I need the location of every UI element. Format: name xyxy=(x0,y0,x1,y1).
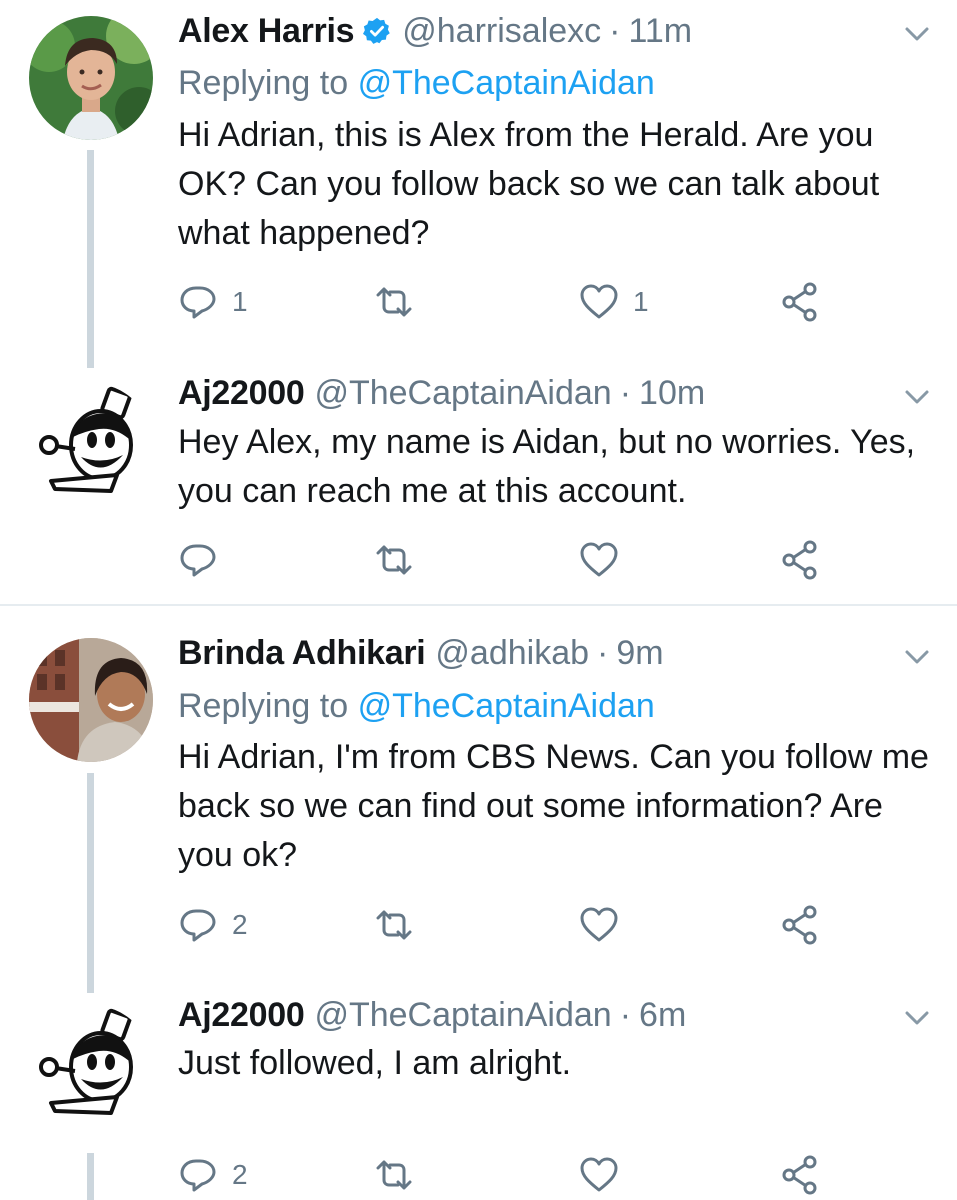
author-handle[interactable]: @adhikab xyxy=(435,633,589,673)
avatar[interactable] xyxy=(29,383,153,507)
reply-count: 2 xyxy=(232,909,248,940)
retweet-button[interactable] xyxy=(374,1155,428,1195)
share-button[interactable] xyxy=(780,905,820,945)
like-button[interactable] xyxy=(579,1155,633,1195)
author-name[interactable]: Brinda Adhikari xyxy=(178,633,426,673)
action-bar: 1 1 xyxy=(178,282,878,322)
heart-icon xyxy=(580,542,618,577)
reply-count: 2 xyxy=(232,1159,248,1190)
retweet-button[interactable] xyxy=(374,905,428,945)
verified-badge-icon xyxy=(362,15,392,45)
tweet-brinda-adhikari[interactable]: Brinda Adhikari @adhikab · 9m Replying t… xyxy=(0,625,957,995)
chevron-down-icon[interactable] xyxy=(902,1008,932,1028)
like-count: 1 xyxy=(633,286,649,317)
replying-prefix: Replying to xyxy=(178,687,349,725)
avatar[interactable] xyxy=(29,1005,153,1129)
tweet-text: Hi Adrian, I'm from CBS News. Can you fo… xyxy=(178,738,929,874)
thread-line xyxy=(87,1153,94,1200)
author-handle[interactable]: @harrisalexc xyxy=(402,11,601,51)
replying-to: Replying to @TheCaptainAidan xyxy=(178,686,655,726)
reply-button[interactable]: 1 xyxy=(178,282,248,322)
share-button[interactable] xyxy=(780,1155,820,1195)
reply-icon xyxy=(180,286,216,319)
author-name[interactable]: Alex Harris xyxy=(178,11,355,51)
chevron-down-icon[interactable] xyxy=(902,387,932,407)
share-button[interactable] xyxy=(780,540,820,580)
reply-icon xyxy=(180,909,216,942)
author-handle[interactable]: @TheCaptainAidan xyxy=(314,373,611,413)
like-button[interactable] xyxy=(579,540,633,580)
timestamp[interactable]: 10m xyxy=(639,373,705,413)
heart-icon xyxy=(580,284,618,319)
separator: · xyxy=(619,374,632,412)
separator: · xyxy=(597,634,609,672)
replying-to-link[interactable]: @TheCaptainAidan xyxy=(358,64,655,102)
retweet-icon xyxy=(376,1160,412,1190)
like-button[interactable] xyxy=(579,905,633,945)
tweet-aj22000-reply-2[interactable]: Aj22000 @TheCaptainAidan · 6m Just follo… xyxy=(0,995,957,1200)
author-name[interactable]: Aj22000 xyxy=(178,373,305,413)
retweet-icon xyxy=(376,545,412,575)
replying-to-link[interactable]: @TheCaptainAidan xyxy=(358,687,655,725)
tweet-text: Hi Adrian, this is Alex from the Herald.… xyxy=(178,116,880,252)
separator: · xyxy=(619,996,632,1034)
reply-button[interactable]: 2 xyxy=(178,1155,248,1195)
heart-icon xyxy=(580,907,618,942)
heart-icon xyxy=(580,1157,618,1192)
reply-button[interactable]: 2 xyxy=(178,905,248,945)
share-icon xyxy=(782,905,817,945)
action-bar: 2 xyxy=(178,1155,878,1195)
thread-line xyxy=(87,150,94,368)
reply-button[interactable] xyxy=(178,540,232,580)
timestamp[interactable]: 6m xyxy=(639,995,686,1035)
replying-prefix: Replying to xyxy=(178,64,349,102)
tweet-text: Hey Alex, my name is Aidan, but no worri… xyxy=(178,423,916,510)
reply-icon xyxy=(180,544,216,577)
retweet-icon xyxy=(376,910,412,940)
retweet-button[interactable] xyxy=(374,282,428,322)
tweet-text: Just followed, I am alright. xyxy=(178,1044,572,1082)
author-handle[interactable]: @TheCaptainAidan xyxy=(314,995,611,1035)
like-button[interactable]: 1 xyxy=(579,282,649,322)
avatar[interactable] xyxy=(29,16,153,140)
action-bar xyxy=(178,540,878,580)
avatar[interactable] xyxy=(29,638,153,762)
action-bar: 2 xyxy=(178,905,878,945)
thread-line xyxy=(87,773,94,993)
tweet-alex-harris[interactable]: Alex Harris @harrisalexc · 11m Replying … xyxy=(0,0,957,380)
reply-count: 1 xyxy=(232,286,248,317)
share-icon xyxy=(782,540,817,580)
timestamp[interactable]: 9m xyxy=(616,633,663,673)
tweet-aj22000-reply-1[interactable]: Aj22000 @TheCaptainAidan · 10m Hey Alex,… xyxy=(0,373,957,605)
retweet-button[interactable] xyxy=(374,540,428,580)
retweet-icon xyxy=(376,287,412,317)
replying-to: Replying to @TheCaptainAidan xyxy=(178,63,655,103)
share-icon xyxy=(782,1155,817,1195)
chevron-down-icon[interactable] xyxy=(902,647,932,667)
share-icon xyxy=(782,282,817,322)
separator: · xyxy=(609,12,621,50)
author-name[interactable]: Aj22000 xyxy=(178,995,305,1035)
divider xyxy=(0,604,957,606)
reply-icon xyxy=(180,1159,216,1192)
chevron-down-icon[interactable] xyxy=(902,24,932,44)
share-button[interactable] xyxy=(780,282,820,322)
timestamp[interactable]: 11m xyxy=(628,11,692,51)
